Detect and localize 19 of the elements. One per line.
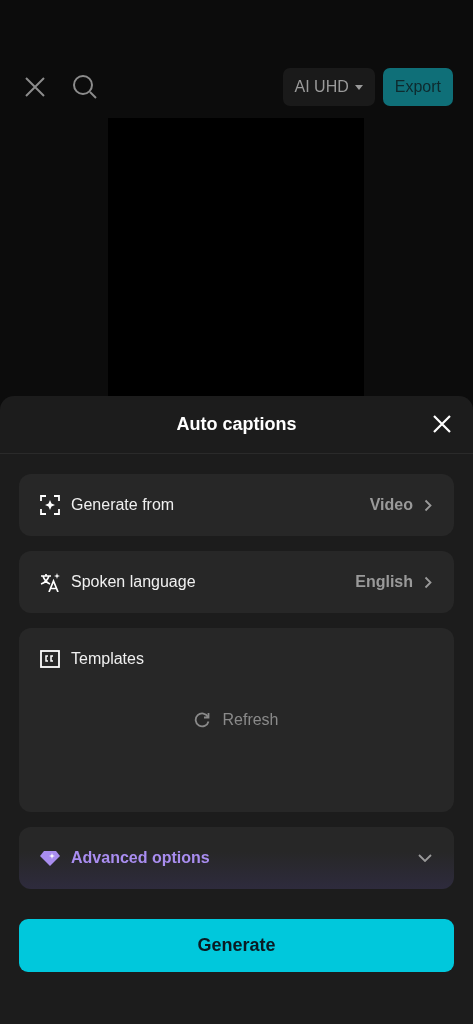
templates-label: Templates [71,650,144,668]
captions-icon [40,650,60,668]
diamond-icon [40,850,60,866]
search-icon[interactable] [72,74,98,100]
quality-dropdown[interactable]: AI UHD [282,68,375,106]
refresh-button[interactable]: Refresh [188,710,285,730]
chevron-down-icon [418,854,432,862]
close-icon[interactable] [24,76,46,98]
sheet-title: Auto captions [176,414,297,435]
settings-row[interactable]: Generate from Video [19,474,454,536]
chevron-right-icon [424,575,432,589]
sparkle-frame-icon [40,495,60,515]
refresh-icon [194,712,211,728]
generate-button[interactable]: Generate [19,919,454,972]
translate-icon [40,572,60,592]
chevron-right-icon [424,498,432,512]
caret-icon [354,84,363,90]
advanced-options-row[interactable]: Advanced options [19,827,454,889]
settings-row[interactable]: Spoken language English [19,551,454,613]
